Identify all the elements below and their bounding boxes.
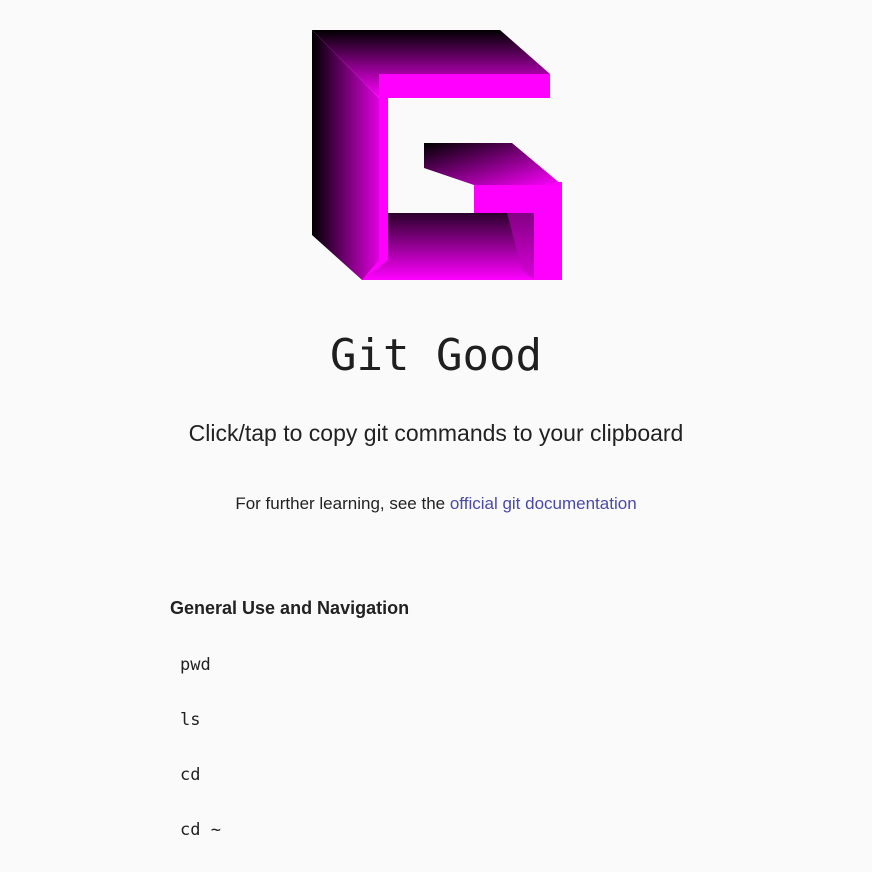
further-learning-prefix: For further learning, see the — [235, 494, 450, 513]
command-cd-home[interactable]: cd ~ — [180, 819, 225, 841]
official-git-docs-link[interactable]: official git documentation — [450, 494, 637, 513]
git-good-logo-icon — [312, 30, 562, 280]
command-cd[interactable]: cd — [180, 764, 204, 786]
command-ls[interactable]: ls — [180, 709, 204, 731]
page-title: Git Good — [330, 330, 542, 381]
command-pwd[interactable]: pwd — [180, 654, 215, 676]
section-heading: General Use and Navigation — [170, 598, 410, 618]
further-learning-text: For further learning, see the official g… — [0, 492, 872, 516]
page-subtitle: Click/tap to copy git commands to your c… — [188, 420, 684, 446]
